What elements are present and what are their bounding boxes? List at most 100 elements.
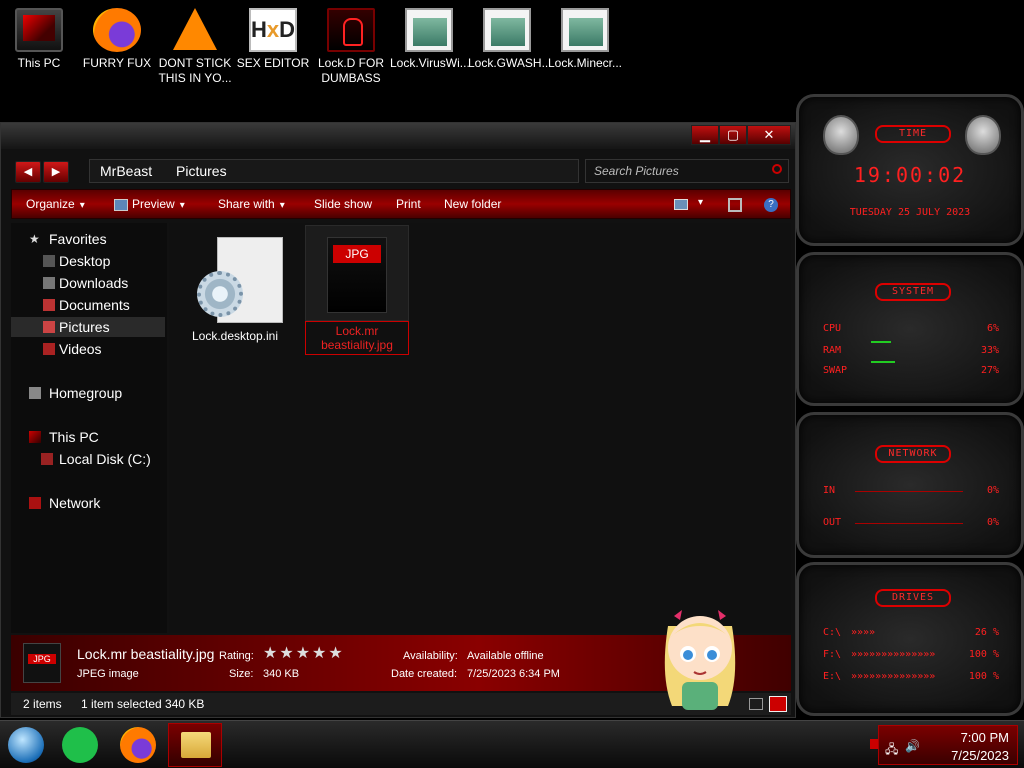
close-button[interactable]: ✕ — [747, 125, 791, 145]
network-in-graph — [855, 491, 963, 492]
preview-button[interactable]: Preview — [132, 197, 185, 211]
alien-icon — [823, 115, 859, 155]
desktop-icon-viruswi[interactable]: Lock.VirusWi... — [390, 8, 470, 71]
gadget-clock: 19:00:02 — [853, 163, 967, 187]
taskbar-explorer-button[interactable] — [168, 723, 222, 767]
homegroup-icon — [29, 387, 41, 399]
drive-f-value: 100 % — [968, 649, 999, 660]
tray-clock[interactable]: 🖧 🔊 7:00 PM 7/25/2023 — [878, 725, 1018, 765]
file-item-desktop-ini[interactable]: Lock.desktop.ini — [183, 229, 287, 359]
desktop-icon-furry-fux[interactable]: FURRY FUX — [78, 8, 156, 71]
clock-time: 7:00 PM — [960, 730, 1009, 745]
network-tray-icon[interactable]: 🖧 — [885, 740, 898, 761]
share-with-button[interactable]: Share with — [218, 197, 285, 211]
firefox-icon — [93, 8, 141, 52]
computer-icon — [15, 8, 63, 52]
start-button[interactable] — [8, 727, 44, 763]
slide-show-button[interactable]: Slide show — [314, 197, 372, 211]
drive-c-bar: »»»» — [851, 627, 876, 638]
cpu-value: 6% — [986, 323, 999, 334]
change-view-icon[interactable] — [674, 199, 688, 210]
network-in-label: IN — [823, 485, 836, 496]
nav-pictures[interactable]: Pictures — [11, 317, 165, 337]
drive-c-value: 26 % — [974, 627, 999, 638]
print-button[interactable]: Print — [396, 197, 421, 211]
file-name-rename-field[interactable]: Lock.mr beastiality.jpg — [305, 321, 409, 355]
desktop-icon-lock-d[interactable]: Lock.D FOR DUMBASS — [312, 8, 390, 86]
large-icons-view-icon[interactable] — [769, 696, 787, 712]
file-item-jpg[interactable]: JPG Lock.mr beastiality.jpg — [305, 225, 409, 355]
search-placeholder: Search Pictures — [594, 164, 679, 178]
nav-desktop[interactable]: Desktop — [11, 251, 165, 271]
network-in-value: 0% — [986, 485, 999, 496]
desktop-icon-minecraft[interactable]: Lock.Minecr... — [546, 8, 624, 71]
drive-e-label: E:\ — [823, 671, 842, 682]
organize-button[interactable]: Organize — [26, 197, 85, 211]
title-bar[interactable]: ▁ ▢ ✕ — [1, 123, 795, 149]
desktop-icon-vlc[interactable]: DONT STICK THIS IN YO... — [156, 8, 234, 86]
videos-folder-icon — [43, 343, 55, 355]
chat-app-icon[interactable] — [62, 727, 98, 763]
network-gadget[interactable]: NETWORK IN 0% OUT 0% — [796, 412, 1024, 558]
date-created-value: 7/25/2023 6:34 PM — [467, 668, 560, 680]
address-bar[interactable]: MrBeast Pictures — [89, 159, 579, 183]
system-gadget[interactable]: SYSTEM CPU 6% RAM 33% SWAP 27% — [796, 252, 1024, 406]
network-out-value: 0% — [986, 517, 999, 528]
desktop-icon-label: Lock.D FOR DUMBASS — [317, 56, 384, 85]
drive-f-bar: »»»»»»»»»»»»»» — [851, 649, 936, 660]
pictures-folder-icon — [43, 321, 55, 333]
forward-button[interactable]: ▶ — [43, 161, 69, 183]
network-icon — [29, 497, 41, 509]
drive-f-label: F:\ — [823, 649, 842, 660]
rating-label: Rating: — [219, 650, 254, 662]
search-input[interactable]: Search Pictures — [585, 159, 789, 183]
preview-pane-icon[interactable] — [728, 198, 742, 212]
nav-label: Videos — [59, 341, 102, 357]
help-icon[interactable]: ? — [764, 198, 778, 212]
gadget-date: TUESDAY 25 JULY 2023 — [849, 207, 971, 218]
nav-documents[interactable]: Documents — [11, 295, 165, 315]
search-icon — [772, 164, 782, 174]
back-button[interactable]: ◀ — [15, 161, 41, 183]
desktop-icon-gwash[interactable]: Lock.GWASH... — [468, 8, 552, 71]
nav-this-pc[interactable]: This PC — [11, 427, 165, 447]
status-selection: 1 item selected 340 KB — [81, 697, 205, 711]
file-name: Lock.desktop.ini — [191, 329, 279, 343]
cpu-label: CPU — [823, 323, 842, 334]
availability-label: Availability: — [403, 650, 458, 662]
desktop-icon-label: DONT STICK THIS IN YO... — [158, 56, 232, 85]
nav-local-disk[interactable]: Local Disk (C:) — [11, 449, 165, 469]
maximize-button[interactable]: ▢ — [719, 125, 747, 145]
breadcrumb-pictures[interactable]: Pictures — [176, 163, 227, 179]
time-gadget[interactable]: TIME 19:00:02 TUESDAY 25 JULY 2023 — [796, 94, 1024, 246]
nav-label: Favorites — [49, 231, 107, 247]
swap-meter — [871, 361, 895, 363]
new-folder-button[interactable]: New folder — [444, 197, 501, 211]
size-value: 340 KB — [263, 668, 300, 680]
nav-homegroup[interactable]: Homegroup — [11, 383, 165, 403]
ram-label: RAM — [823, 345, 842, 356]
preview-icon — [114, 199, 128, 211]
status-item-count: 2 items — [23, 697, 62, 711]
desktop-icon-this-pc[interactable]: This PC — [0, 8, 78, 71]
rating-stars[interactable]: ★★★★★ — [263, 643, 345, 663]
breadcrumb-mrbeast[interactable]: MrBeast — [100, 163, 152, 179]
nav-label: Desktop — [59, 253, 111, 269]
nav-label: Documents — [59, 297, 130, 313]
nav-downloads[interactable]: Downloads — [11, 273, 165, 293]
view-dropdown-icon[interactable]: ▾ — [698, 197, 703, 208]
file-list: Lock.desktop.ini JPG Lock.mr beastiality… — [169, 223, 791, 633]
desktop-icon-label: This PC — [17, 56, 61, 70]
vlc-icon — [171, 8, 219, 52]
volume-icon[interactable]: 🔊 — [905, 739, 920, 753]
nav-favorites[interactable]: ★ Favorites — [11, 229, 165, 249]
drives-gadget[interactable]: DRIVES C:\ »»»» 26 % F:\ »»»»»»»»»»»»»» … — [796, 562, 1024, 716]
firefox-icon[interactable] — [120, 727, 156, 763]
details-view-icon[interactable] — [749, 698, 763, 710]
nav-network[interactable]: Network — [11, 493, 165, 513]
minimize-button[interactable]: ▁ — [691, 125, 719, 145]
network-gadget-title: NETWORK — [875, 445, 951, 463]
window-icon — [561, 8, 609, 52]
desktop-icon-sex-editor[interactable]: HxD SEX EDITOR — [234, 8, 312, 71]
nav-videos[interactable]: Videos — [11, 339, 165, 359]
